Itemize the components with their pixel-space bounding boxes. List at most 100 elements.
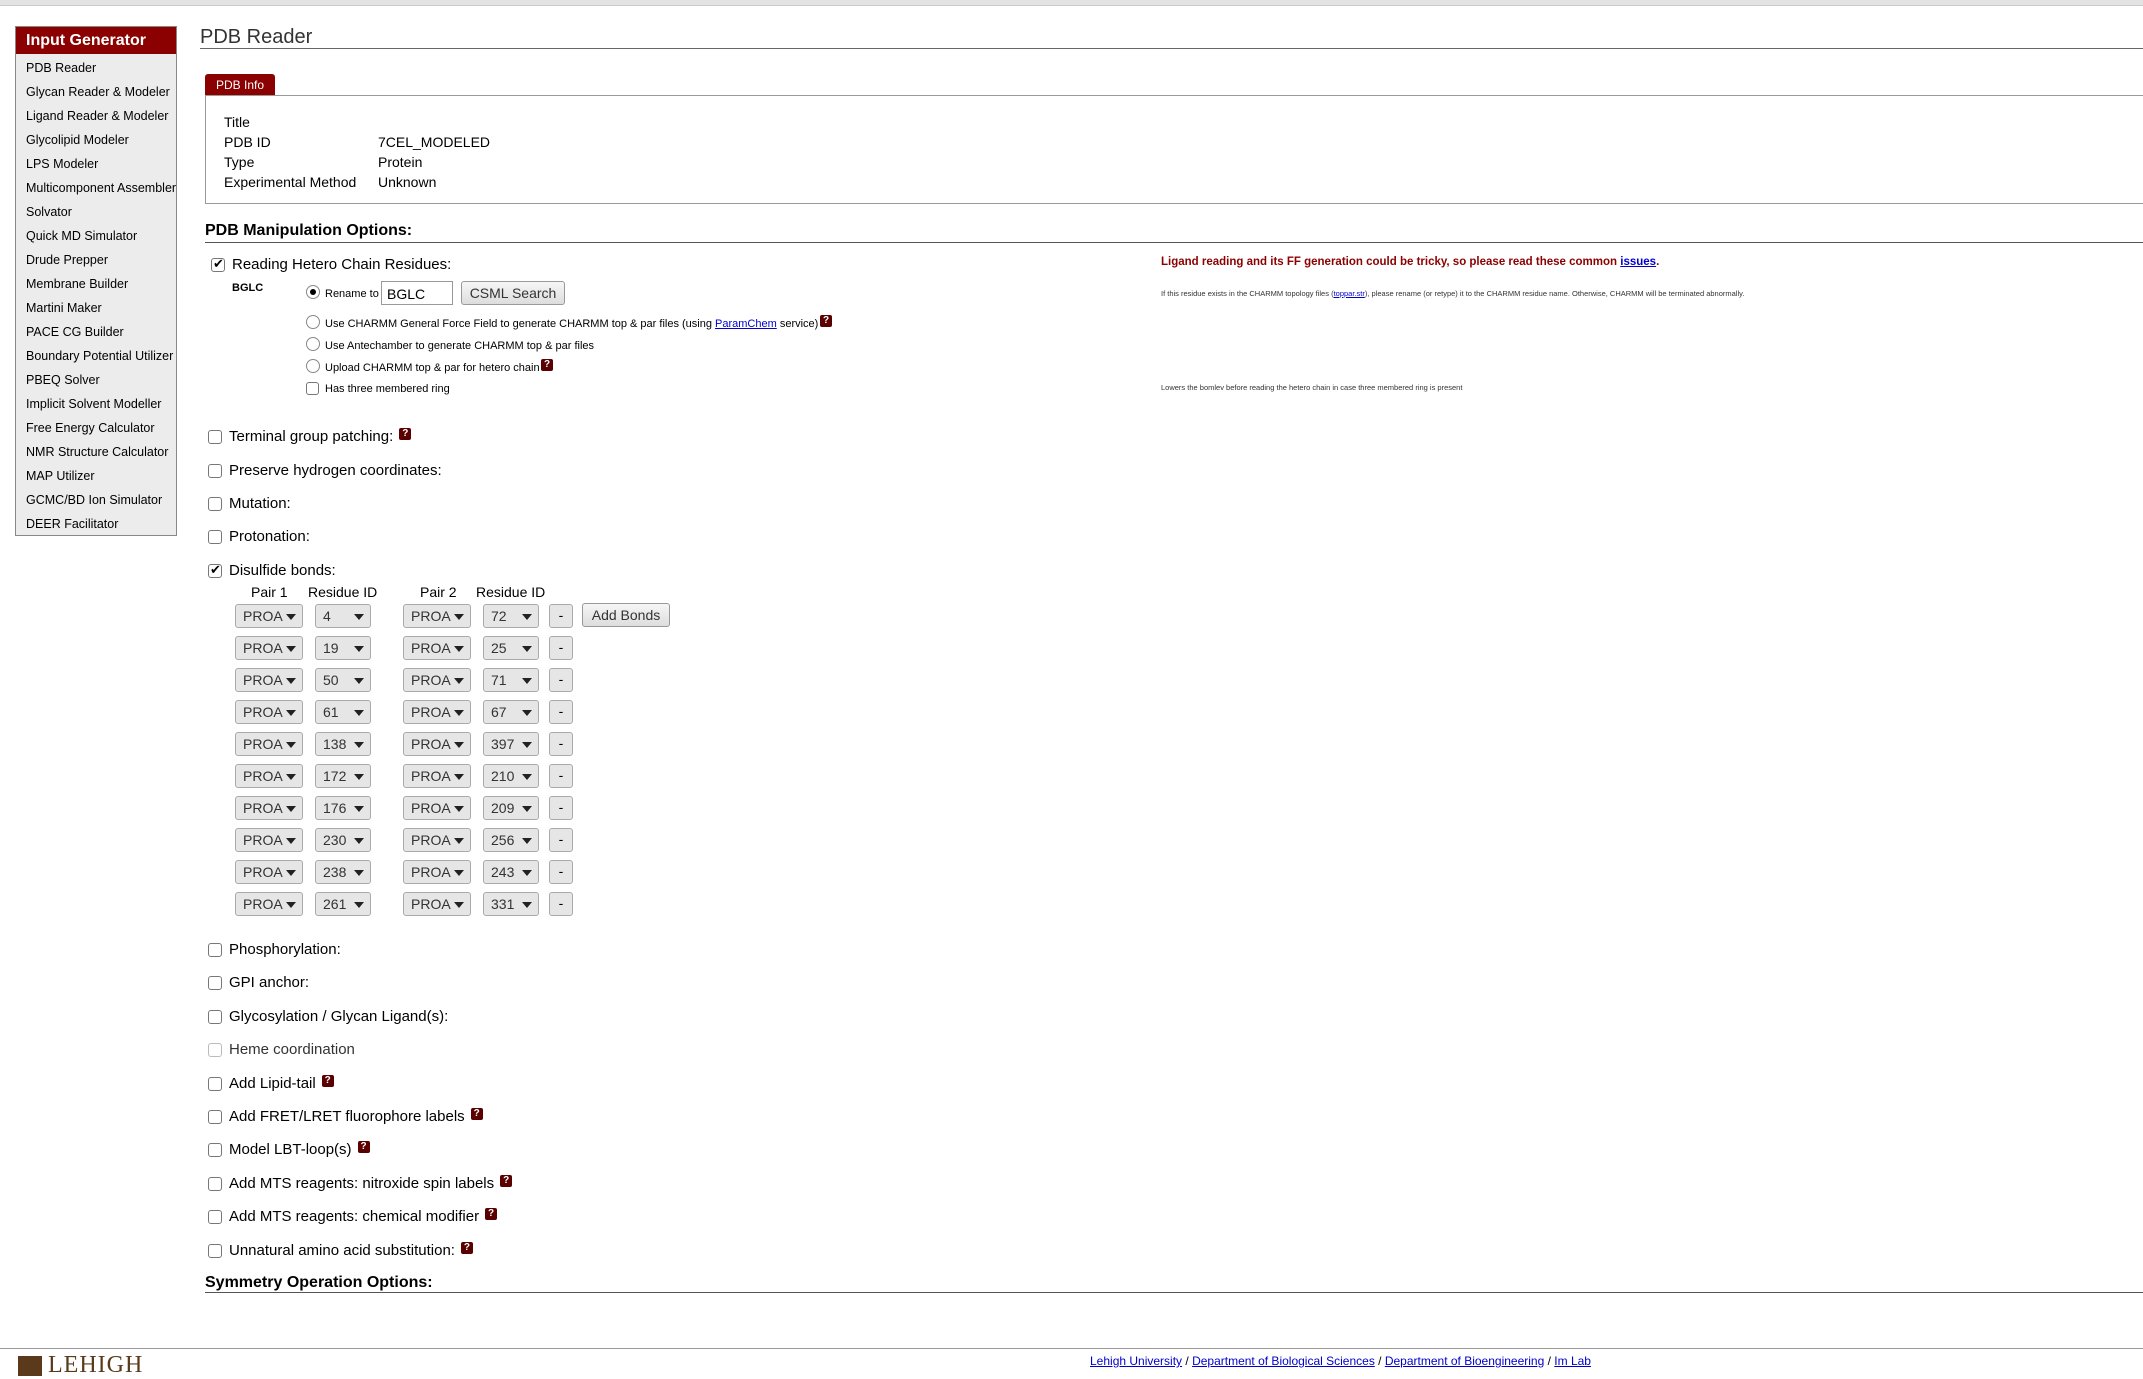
pair2-residue-select[interactable]: 67 [483,700,539,724]
option-checkbox[interactable] [208,1244,222,1258]
sidebar-item-pbeq-solver[interactable]: PBEQ Solver [16,368,176,392]
pair1-segment-select[interactable]: PROA [235,892,303,916]
cgenff-help-icon[interactable]: ? [820,315,832,327]
sidebar-item-pdb-reader[interactable]: PDB Reader [16,56,176,80]
pair1-segment-select[interactable]: PROA [235,668,303,692]
pair1-residue-select[interactable]: 230 [315,828,371,852]
remove-bond-button[interactable]: - [549,828,573,852]
remove-bond-button[interactable]: - [549,668,573,692]
sidebar-item-glycan-reader-modeler[interactable]: Glycan Reader & Modeler [16,80,176,104]
pair1-residue-select[interactable]: 138 [315,732,371,756]
remove-bond-button[interactable]: - [549,860,573,884]
pair2-segment-select[interactable]: PROA [403,892,471,916]
pair1-segment-select[interactable]: PROA [235,828,303,852]
footer-link[interactable]: Department of Bioengineering [1385,1354,1544,1368]
pair2-segment-select[interactable]: PROA [403,636,471,660]
upload-radio[interactable] [306,359,320,373]
help-icon[interactable]: ? [399,428,412,440]
pair1-residue-select[interactable]: 238 [315,860,371,884]
help-icon[interactable]: ? [357,1141,370,1153]
three-ring-checkbox[interactable] [306,382,319,395]
sidebar-item-nmr-structure-calculator[interactable]: NMR Structure Calculator [16,440,176,464]
tab-pdb-info[interactable]: PDB Info [205,74,276,96]
option-checkbox[interactable] [208,464,222,478]
pair2-segment-select[interactable]: PROA [403,668,471,692]
pair2-residue-select[interactable]: 25 [483,636,539,660]
pair2-residue-select[interactable]: 397 [483,732,539,756]
toppar-link[interactable]: toppar.str [1334,289,1365,298]
rename-radio[interactable] [306,285,320,299]
sidebar-item-martini-maker[interactable]: Martini Maker [16,296,176,320]
option-checkbox[interactable] [208,1110,222,1124]
option-checkbox[interactable] [208,976,222,990]
remove-bond-button[interactable]: - [549,732,573,756]
sidebar-item-drude-prepper[interactable]: Drude Prepper [16,248,176,272]
sidebar-item-implicit-solvent-modeller[interactable]: Implicit Solvent Modeller [16,392,176,416]
help-icon[interactable]: ? [500,1175,513,1187]
remove-bond-button[interactable]: - [549,700,573,724]
pair2-segment-select[interactable]: PROA [403,860,471,884]
sidebar-item-solvator[interactable]: Solvator [16,200,176,224]
option-checkbox[interactable] [208,1177,222,1191]
sidebar-item-deer-facilitator[interactable]: DEER Facilitator [16,512,176,536]
csml-search-button[interactable]: CSML Search [461,281,565,305]
add-bonds-button[interactable]: Add Bonds [582,603,670,627]
pair2-residue-select[interactable]: 209 [483,796,539,820]
sidebar-item-quick-md-simulator[interactable]: Quick MD Simulator [16,224,176,248]
pair1-segment-select[interactable]: PROA [235,700,303,724]
option-checkbox[interactable] [208,1210,222,1224]
pair2-residue-select[interactable]: 72 [483,604,539,628]
pair2-segment-select[interactable]: PROA [403,700,471,724]
remove-bond-button[interactable]: - [549,796,573,820]
option-checkbox[interactable] [208,430,222,444]
help-icon[interactable]: ? [485,1208,498,1220]
pair1-residue-select[interactable]: 4 [315,604,371,628]
pair1-residue-select[interactable]: 19 [315,636,371,660]
pair2-residue-select[interactable]: 210 [483,764,539,788]
footer-link[interactable]: Im Lab [1554,1354,1591,1368]
pair2-segment-select[interactable]: PROA [403,764,471,788]
pair2-segment-select[interactable]: PROA [403,732,471,756]
pair1-residue-select[interactable]: 61 [315,700,371,724]
remove-bond-button[interactable]: - [549,636,573,660]
sidebar-item-multicomponent-assembler[interactable]: Multicomponent Assembler [16,176,176,200]
footer-link[interactable]: Department of Biological Sciences [1192,1354,1375,1368]
help-icon[interactable]: ? [321,1075,334,1087]
pair1-segment-select[interactable]: PROA [235,604,303,628]
issues-link[interactable]: issues [1620,256,1656,268]
sidebar-item-pace-cg-builder[interactable]: PACE CG Builder [16,320,176,344]
pair1-segment-select[interactable]: PROA [235,732,303,756]
cgenff-radio[interactable] [306,315,320,329]
remove-bond-button[interactable]: - [549,764,573,788]
pair2-segment-select[interactable]: PROA [403,796,471,820]
pair1-residue-select[interactable]: 261 [315,892,371,916]
sidebar-item-map-utilizer[interactable]: MAP Utilizer [16,464,176,488]
pair2-residue-select[interactable]: 71 [483,668,539,692]
help-icon[interactable]: ? [460,1242,473,1254]
paramchem-link[interactable]: ParamChem [715,318,777,330]
sidebar-item-gcmc-bd-ion-simulator[interactable]: GCMC/BD Ion Simulator [16,488,176,512]
upload-help-icon[interactable]: ? [541,359,553,371]
pair1-segment-select[interactable]: PROA [235,764,303,788]
rename-input[interactable]: BGLC [381,281,453,305]
pair2-residue-select[interactable]: 243 [483,860,539,884]
option-checkbox[interactable] [208,1143,222,1157]
pair1-residue-select[interactable]: 172 [315,764,371,788]
antechamber-radio[interactable] [306,337,320,351]
pair1-residue-select[interactable]: 176 [315,796,371,820]
option-checkbox[interactable] [208,497,222,511]
sidebar-item-membrane-builder[interactable]: Membrane Builder [16,272,176,296]
sidebar-item-lps-modeler[interactable]: LPS Modeler [16,152,176,176]
pair1-segment-select[interactable]: PROA [235,796,303,820]
help-icon[interactable]: ? [470,1108,483,1120]
hetero-chain-checkbox[interactable] [211,256,225,272]
pair1-segment-select[interactable]: PROA [235,636,303,660]
pair2-residue-select[interactable]: 256 [483,828,539,852]
pair1-residue-select[interactable]: 50 [315,668,371,692]
sidebar-item-free-energy-calculator[interactable]: Free Energy Calculator [16,416,176,440]
disulfide-checkbox[interactable] [208,562,222,578]
sidebar-item-boundary-potential-utilizer[interactable]: Boundary Potential Utilizer [16,344,176,368]
footer-link[interactable]: Lehigh University [1090,1354,1182,1368]
pair2-segment-select[interactable]: PROA [403,604,471,628]
remove-bond-button[interactable]: - [549,604,573,628]
